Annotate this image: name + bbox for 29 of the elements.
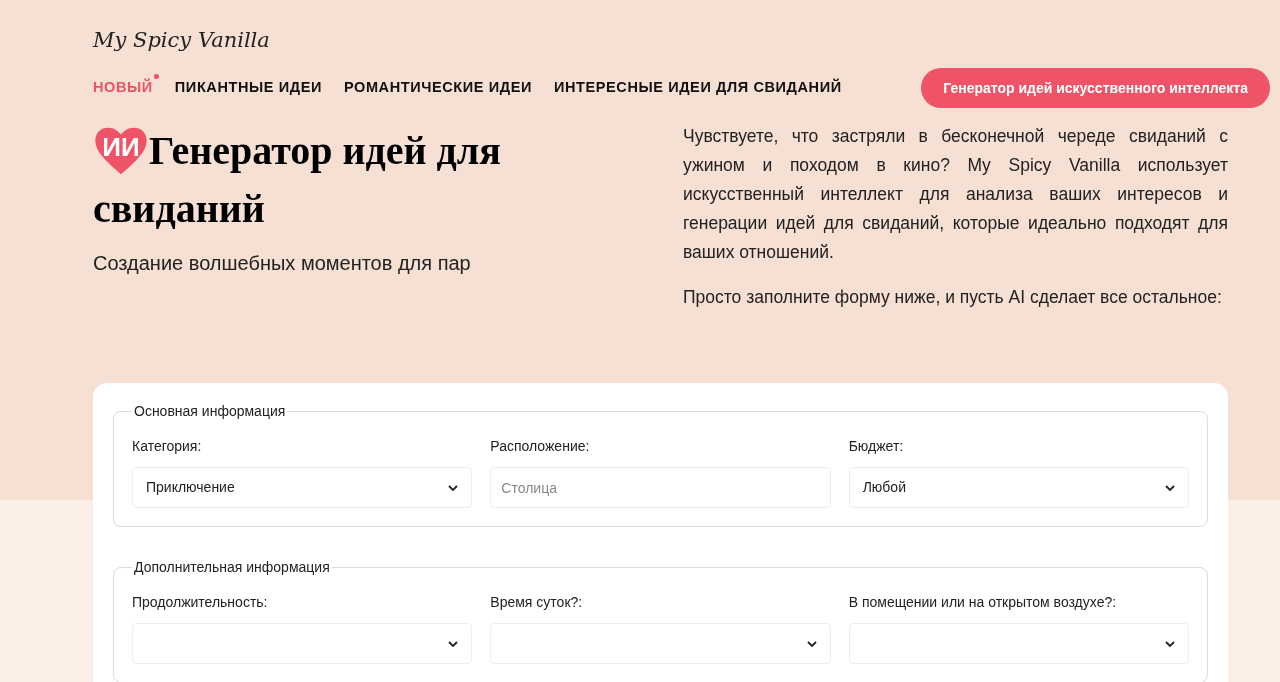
chevron-down-icon [448,484,459,491]
chevron-down-icon [1165,640,1175,647]
field-label: Категория: [132,437,203,456]
ai-badge-text: ИИ [102,134,140,160]
intro-paragraph: Просто заполните форму ниже, и пусть AI сделает все остальное: [683,286,1223,309]
chevron-down-icon [1165,484,1175,491]
field-label: В помещении или на открытом воздухе?: [848,593,1118,612]
chevron-down-icon [448,640,459,647]
logo[interactable]: My Spicy Vanilla [93,26,270,54]
chevron-down-icon [806,640,817,647]
input-field[interactable]: Столица [490,467,831,508]
select-field[interactable]: Приключение [132,467,473,508]
subtitle: Создание волшебных моментов для пар [93,251,472,276]
nav-link[interactable]: ПИКАНТНЫЕ ИДЕИ [174,77,322,99]
select-field[interactable]: Любой [848,467,1189,508]
section-legend: Основная информация [132,401,288,422]
field-label: Расположение: [490,437,591,456]
section-legend: Дополнительная информация [132,557,332,578]
nav-link[interactable]: РОМАНТИЧЕСКИЕ ИДЕИ [343,77,532,99]
select-field[interactable] [490,623,831,664]
page-title: свиданий [93,185,266,233]
intro-paragraph: Чувствуете, что застряли в бесконечной череде свиданий с ужином и походом в кино? My Spicy Vanilla использует искусственный интеллект для анализа ваших интересов и генерации идей для свиданий, которые идеально подходят для ваших отношений. [683,125,1228,264]
nav-link[interactable]: ИНТЕРЕСНЫЕ ИДЕИ ДЛЯ СВИДАНИЙ [553,77,842,99]
field-label: Продолжительность: [132,593,269,612]
field-label: Время суток?: [490,593,584,612]
page-title: Генератор идей для [149,127,501,175]
select-field[interactable] [132,623,473,664]
field-label: Бюджет: [848,437,905,456]
select-field[interactable] [848,623,1189,664]
